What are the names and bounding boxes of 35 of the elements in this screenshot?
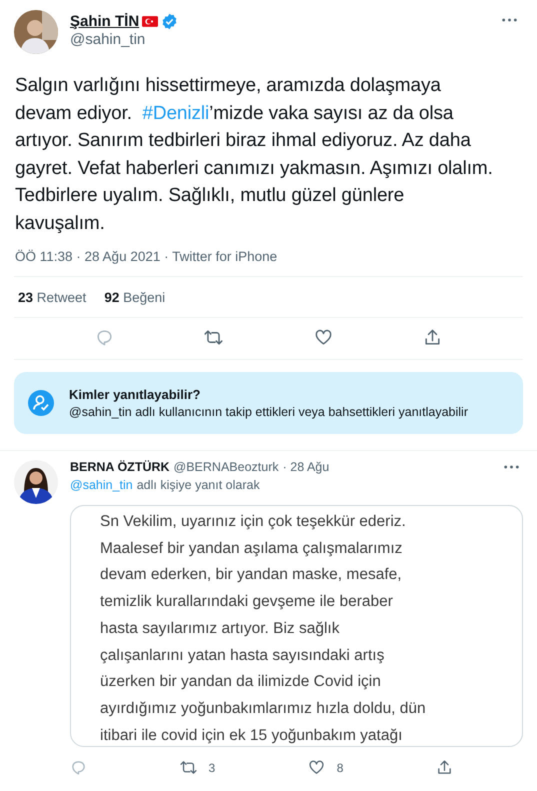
retweet-icon[interactable] — [180, 759, 197, 776]
more-icon[interactable] — [504, 465, 519, 469]
notice-text: @sahin_tin adlı kullanıcının takip ettikleri veya bahsettikleri yanıtlayabilir — [69, 405, 468, 419]
tweet-date[interactable]: · 28 Ağu — [282, 460, 330, 474]
like-count: 8 — [336, 760, 344, 774]
replying-to-text: adlı kişiye yanıt olarak — [136, 478, 260, 492]
author-name[interactable]: Şahin TİN — [70, 13, 140, 30]
flag-icon — [142, 16, 158, 27]
attached-screenshot[interactable] — [70, 505, 523, 747]
retweet-count: 3 — [208, 760, 216, 774]
screenshot-text-line: üzerken bir yandan da ilimizde Covid için — [100, 672, 382, 692]
screenshot-text-line: Maalesef bir yandan aşılama çalışmalarımız — [100, 538, 404, 559]
heart-icon[interactable] — [308, 759, 325, 776]
notice-title: Kimler yanıtlayabilir? — [69, 387, 202, 402]
screenshot-text-line: temizlik kurallarındaki gevşeme ile beraber — [100, 592, 394, 612]
screenshot-text-line: çalışanlarını yatan hasta sayısındaki artış — [100, 646, 386, 666]
more-icon[interactable] — [502, 18, 517, 22]
author-name[interactable]: BERNA ÖZTÜRK — [70, 460, 170, 474]
avatar[interactable] — [14, 460, 58, 504]
heart-icon[interactable] — [314, 328, 333, 347]
screenshot-text-line: ayırdığımız yoğunbakımlarımız hızla doldu, dün — [100, 698, 427, 719]
screenshot-text-line: Sn Vekilim, uyarınız için çok teşekkür ederiz. — [100, 512, 407, 532]
tweet-text: Salgın varlığını hissettirmeye, aramızda dolaşmaya devam ediyor. #Denizli’mizde vaka sayısı az da olsa artıyor. Sanırım tedbirleri biraz ihmal ediyoruz. Az daha gayret. Vefat haberleri canımızı yakmasın. Aşımızı olalım. Tedbirlere uyalım. Sağlıklı, mutlu güzel günlere kavuşalım. — [15, 74, 494, 236]
screenshot-text-line: itibari ile covid için ek 15 yoğunbakım yatağı — [100, 726, 404, 746]
stat-link[interactable]: 23 Retweet — [18, 290, 86, 305]
share-icon[interactable] — [436, 759, 453, 776]
author-handle[interactable]: @BERNABeozturk — [174, 460, 279, 474]
screenshot-text-line: hasta sayılarımız artıyor. Biz sağlık — [100, 618, 340, 639]
share-icon[interactable] — [422, 328, 442, 347]
user-check-icon — [28, 390, 54, 416]
tweet-meta: ÖÖ 11:38 · 28 Ağu 2021 · Twitter for iPhone — [15, 249, 278, 264]
author-handle[interactable]: @sahin_tin — [70, 31, 490, 48]
stat-link[interactable]: 92 Beğeni — [104, 290, 166, 305]
retweet-icon[interactable] — [204, 328, 224, 347]
screenshot-text-line: devam ederken, bir yandan maske, mesafe, — [100, 565, 403, 586]
